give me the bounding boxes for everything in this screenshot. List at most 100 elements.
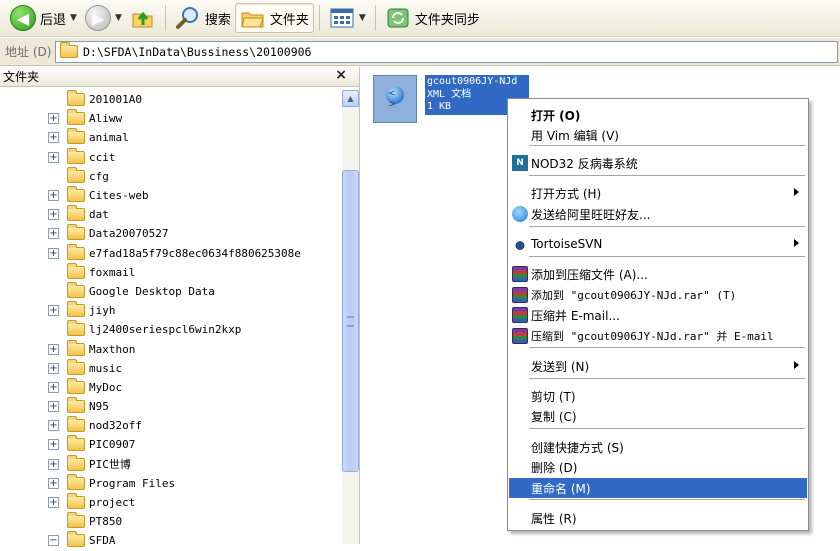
- tree-item[interactable]: + dat: [0, 205, 340, 224]
- tree-item[interactable]: + PIC世博: [0, 454, 340, 474]
- tree-item-label: cfg: [89, 169, 109, 183]
- folder-tree-scrollbar[interactable]: ▲: [342, 90, 359, 544]
- tree-item[interactable]: + PIC0907: [0, 435, 340, 454]
- forward-button[interactable]: ▶ ▼: [81, 3, 126, 33]
- expand-icon[interactable]: +: [48, 113, 59, 125]
- expand-icon[interactable]: +: [48, 458, 59, 470]
- context-menu-item[interactable]: 复制 (C): [509, 406, 807, 426]
- expand-icon[interactable]: +: [48, 362, 59, 374]
- scrollbar-thumb[interactable]: [342, 170, 359, 472]
- context-menu-item-label: 发送到 (N): [531, 359, 590, 374]
- context-menu-item[interactable]: 创建快捷方式 (S): [509, 437, 807, 457]
- folders-icon: [241, 12, 264, 28]
- context-menu-item[interactable]: 删除 (D): [509, 457, 807, 477]
- tree-item-label: PIC世博: [89, 458, 131, 472]
- tree-item[interactable]: foxmail: [0, 262, 340, 282]
- expand-icon[interactable]: +: [48, 132, 59, 144]
- expand-icon[interactable]: +: [48, 497, 59, 509]
- tree-item[interactable]: PT850: [0, 512, 340, 531]
- tree-item[interactable]: cfg: [0, 166, 340, 186]
- tree-item[interactable]: + Cites-web: [0, 186, 340, 205]
- context-menu-item[interactable]: 打开 (O): [509, 105, 807, 125]
- tree-item[interactable]: + project: [0, 493, 340, 512]
- tree-item-label: N95: [89, 400, 109, 414]
- folder-icon: [67, 435, 85, 452]
- context-menu-item[interactable]: 添加到 "gcout0906JY-NJd.rar" (T): [509, 285, 807, 305]
- tree-item-label: Data20070527: [89, 227, 169, 241]
- expand-icon[interactable]: +: [48, 439, 59, 451]
- context-menu: 打开 (O) 用 Vim 编辑 (V) N NOD32 反病毒系统 打开方式 (H) 发送…: [507, 98, 809, 531]
- folders-pane-header: 文件夹 ×: [0, 67, 359, 87]
- tree-item[interactable]: − SFDA: [0, 531, 340, 550]
- folders-button[interactable]: 文件夹: [234, 3, 314, 33]
- expand-icon[interactable]: +: [48, 343, 59, 355]
- expand-icon[interactable]: +: [48, 190, 59, 202]
- expand-icon[interactable]: +: [48, 228, 59, 240]
- folder-sync-button[interactable]: 文件夹同步: [381, 3, 484, 33]
- context-menu-item[interactable]: 发送给阿里旺旺好友...: [509, 204, 807, 224]
- context-menu-item-label: 复制 (C): [531, 409, 577, 424]
- expand-icon[interactable]: +: [48, 420, 59, 432]
- context-menu-item-label: 打开方式 (H): [531, 186, 602, 201]
- context-menu-item[interactable]: N NOD32 反病毒系统: [509, 153, 807, 173]
- tree-item[interactable]: + N95: [0, 397, 340, 416]
- back-dropdown-icon[interactable]: ▼: [70, 13, 77, 23]
- context-menu-item[interactable]: 用 Vim 编辑 (V): [509, 125, 807, 145]
- nod32-icon: N: [512, 155, 528, 171]
- tree-item[interactable]: + MyDoc: [0, 377, 340, 397]
- views-button[interactable]: ▼: [325, 3, 370, 33]
- views-dropdown-icon[interactable]: ▼: [359, 13, 366, 23]
- scroll-up-icon[interactable]: ▲: [342, 90, 359, 107]
- folder-icon: [67, 416, 85, 433]
- context-menu-item[interactable]: 发送到 (N): [509, 356, 807, 376]
- forward-dropdown-icon[interactable]: ▼: [115, 13, 122, 23]
- tree-item[interactable]: + Aliww: [0, 109, 340, 128]
- context-menu-item-label: NOD32 反病毒系统: [531, 156, 638, 171]
- context-menu-item[interactable]: 压缩并 E-mail...: [509, 305, 807, 325]
- context-menu-item[interactable]: 打开方式 (H): [509, 183, 807, 203]
- tree-item-label: Cites-web: [89, 189, 149, 203]
- expand-icon[interactable]: +: [48, 305, 59, 317]
- context-menu-item[interactable]: 剪切 (T): [509, 386, 807, 406]
- context-menu-item[interactable]: 压缩到 "gcout0906JY-NJd.rar" 并 E-mail: [509, 326, 807, 346]
- expand-icon[interactable]: +: [48, 247, 59, 259]
- tree-item[interactable]: + nod32off: [0, 416, 340, 435]
- context-menu-item[interactable]: TortoiseSVN: [509, 234, 807, 254]
- tree-item-label: foxmail: [89, 265, 136, 279]
- submenu-arrow-icon: [794, 188, 799, 196]
- tree-item[interactable]: + Maxthon: [0, 339, 340, 358]
- expand-icon[interactable]: +: [48, 401, 59, 413]
- folders-pane: 文件夹 × 201001A0 + Aliww + animal + ccit cfg + Cite…: [0, 67, 360, 548]
- collapse-icon[interactable]: −: [48, 535, 59, 547]
- tree-item[interactable]: lj2400seriespcl6win2kxp: [0, 320, 340, 339]
- folder-icon: [67, 512, 85, 529]
- tree-item[interactable]: + e7fad18a5f79c88ec0634f880625308e: [0, 243, 340, 263]
- context-menu-item-label: 压缩并 E-mail...: [531, 308, 620, 323]
- tree-item[interactable]: 201001A0: [0, 90, 340, 109]
- tree-item[interactable]: + Data20070527: [0, 224, 340, 243]
- context-menu-item[interactable]: 属性 (R): [509, 508, 807, 528]
- context-menu-item-label: 打开 (O): [531, 108, 581, 123]
- back-button[interactable]: ◀ 后退 ▼: [6, 3, 81, 33]
- tree-item[interactable]: + ccit: [0, 147, 340, 167]
- up-folder-button[interactable]: [126, 3, 160, 33]
- expand-icon[interactable]: +: [48, 381, 59, 393]
- expand-icon[interactable]: +: [48, 477, 59, 489]
- tree-item[interactable]: + jiyh: [0, 301, 340, 320]
- tree-item[interactable]: + music: [0, 358, 340, 378]
- xml-file-icon: [373, 75, 417, 123]
- close-icon[interactable]: ×: [335, 67, 347, 83]
- expand-icon[interactable]: +: [48, 151, 59, 163]
- context-menu-item[interactable]: 添加到压缩文件 (A)...: [509, 264, 807, 284]
- address-field[interactable]: D:\SFDA\InData\Bussiness\20100906: [55, 40, 838, 63]
- tree-item[interactable]: Google Desktop Data: [0, 281, 340, 301]
- expand-icon[interactable]: +: [48, 209, 59, 221]
- file-name: gcout0906JY-NJd: [427, 76, 518, 87]
- folder-icon: [67, 128, 85, 145]
- tree-item[interactable]: + Program Files: [0, 473, 340, 493]
- tree-item[interactable]: + animal: [0, 128, 340, 147]
- context-menu-item[interactable]: 重命名 (M): [509, 478, 807, 498]
- address-bar: 地址 (D) D:\SFDA\InData\Bussiness\20100906: [0, 38, 840, 66]
- context-menu-item-label: 发送给阿里旺旺好友...: [531, 207, 651, 222]
- search-button[interactable]: 搜索: [171, 3, 235, 33]
